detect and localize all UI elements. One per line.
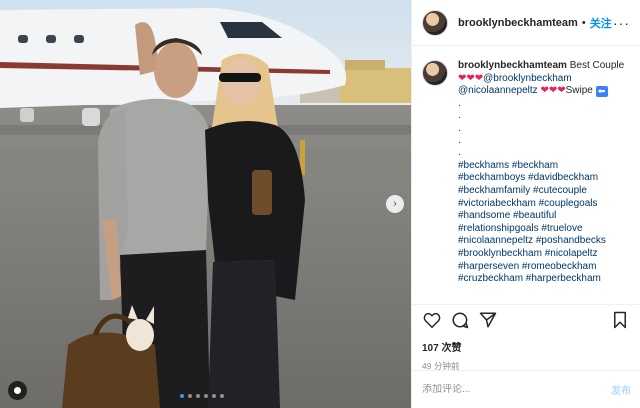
send-icon [479, 312, 497, 328]
mention-link[interactable]: @nicolaannepeltz [458, 85, 538, 96]
carousel-dot [180, 394, 184, 398]
hashtag-line[interactable]: #handsome #beautiful [458, 210, 624, 223]
more-options-icon[interactable]: ··· [613, 15, 630, 31]
caption-text: Best Couple [569, 60, 625, 71]
avatar[interactable] [422, 9, 448, 36]
carousel-indicator [180, 394, 224, 398]
heart-icon [423, 312, 441, 328]
tagged-users-button[interactable] [8, 381, 27, 400]
photo-illustration [0, 0, 411, 408]
bookmark-icon [614, 311, 626, 329]
carousel-dot [220, 394, 224, 398]
left-arrow-icon: ⬅ [595, 86, 608, 98]
save-button[interactable] [609, 309, 631, 331]
comment-input[interactable] [422, 384, 611, 395]
mention-link[interactable]: @brooklynbeckham [483, 73, 572, 84]
likes-count[interactable]: 107 次赞 [412, 339, 640, 354]
caption-section: brooklynbeckhamteam Best Couple ❤❤❤@broo… [412, 46, 640, 305]
caption-dots: ..... [458, 98, 624, 160]
header-username[interactable]: brooklynbeckhamteam [458, 17, 578, 29]
caption-line-1: brooklynbeckhamteam Best Couple [458, 60, 624, 73]
caption-body: brooklynbeckhamteam Best Couple ❤❤❤@broo… [458, 60, 624, 304]
caption-dot-line: . [458, 122, 461, 134]
carousel-dot [212, 394, 216, 398]
comment-bar: 发布 [412, 370, 640, 408]
caption-line-2: ❤❤❤@brooklynbeckham [458, 73, 624, 86]
hashtag-line[interactable]: #brooklynbeckham #nicolapeltz [458, 248, 624, 261]
carousel-dot [196, 394, 200, 398]
post-side-panel: brooklynbeckhamteam • 关注 ··· brooklynbec… [411, 0, 640, 408]
swipe-text: Swipe [565, 85, 593, 97]
caption-dot-line: . [458, 147, 461, 159]
follow-button[interactable]: 关注 [590, 15, 612, 31]
carousel-dot [188, 394, 192, 398]
caption-dot-line: . [458, 97, 461, 109]
hashtag-line[interactable]: #beckhamfamily #cutecouple [458, 185, 624, 198]
hashtag-line[interactable]: #beckhamboys #davidbeckham [458, 172, 624, 185]
chevron-right-icon: › [393, 198, 397, 210]
like-button[interactable] [421, 309, 443, 331]
share-button[interactable] [477, 309, 499, 331]
hashtag-line[interactable]: #nicolaannepeltz #poshandbecks [458, 235, 624, 248]
comment-button[interactable] [449, 309, 471, 331]
hashtag-line[interactable]: #harperseven #romeobeckham [458, 261, 624, 274]
post-header: brooklynbeckhamteam • 关注 ··· [412, 0, 640, 46]
header-separator: • [581, 16, 586, 29]
hashtag-line[interactable]: #relationshipgoals #truelove [458, 223, 624, 236]
post-photo[interactable]: › [0, 0, 411, 408]
hearts-emoji: ❤❤❤ [458, 72, 484, 84]
hashtag-line[interactable]: #beckhams #beckham [458, 160, 624, 173]
caption-username[interactable]: brooklynbeckhamteam [458, 60, 567, 71]
action-bar [412, 305, 640, 335]
caption-dot-line: . [458, 135, 461, 146]
carousel-next-button[interactable]: › [386, 195, 404, 213]
post-comment-button[interactable]: 发布 [611, 382, 631, 397]
user-tag-icon [14, 387, 21, 394]
caption-line-3: @nicolaannepeltz ❤❤❤Swipe ⬅ [458, 85, 624, 98]
hashtag-list: #beckhams #beckham #beckhamboys #davidbec… [458, 160, 624, 286]
hashtag-line[interactable]: #cruzbeckham #harperbeckham [458, 273, 624, 286]
hearts-emoji: ❤❤❤ [540, 85, 566, 97]
hashtag-line[interactable]: #victoriabeckham #couplegoals [458, 198, 624, 211]
carousel-dot [204, 394, 208, 398]
caption-avatar[interactable] [422, 60, 448, 86]
comment-icon [452, 312, 469, 329]
caption-dot-line: . [458, 110, 461, 122]
